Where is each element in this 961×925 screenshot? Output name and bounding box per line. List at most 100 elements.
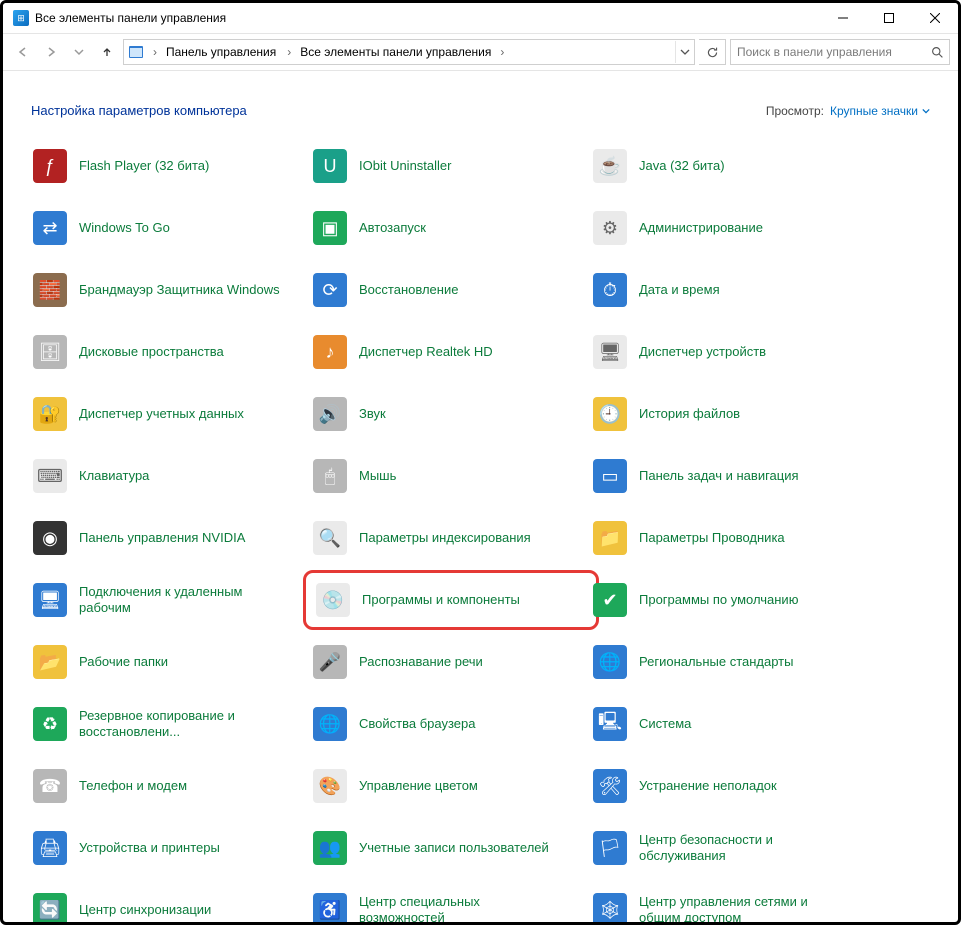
search-box[interactable] [730,39,950,65]
cpl-item-label: Клавиатура [79,468,149,484]
cpl-item-cred[interactable]: 🔐Диспетчер учетных данных [31,390,311,438]
recovery-icon: ⟳ [313,273,347,307]
cpl-item-flash[interactable]: ƒ Flash Player (32 бита) [31,142,311,190]
nvidia-icon: ◉ [33,521,67,555]
cpl-item-mouse[interactable]: 🖱Мышь [311,452,591,500]
search-icon [929,44,945,60]
titlebar: ⊞ Все элементы панели управления [3,3,958,34]
cpl-item-devices[interactable]: 🖨Устройства и принтеры [31,824,311,872]
firewall-icon: 🧱 [33,273,67,307]
cpl-item-datetime[interactable]: ⏱Дата и время [591,266,871,314]
admin-icon: ⚙ [593,211,627,245]
cpl-item-index[interactable]: 🔍Параметры индексирования [311,514,591,562]
cpl-item-programs[interactable]: 💿Программы и компоненты [303,570,599,630]
cpl-item-label: Параметры индексирования [359,530,531,546]
cpl-item-storage[interactable]: 🗄Дисковые пространства [31,328,311,376]
cpl-item-explorer[interactable]: 📁Параметры Проводника [591,514,871,562]
cpl-item-label: Телефон и модем [79,778,187,794]
cpl-item-label: Управление цветом [359,778,478,794]
cpl-item-label: Windows To Go [79,220,170,236]
cpl-item-users[interactable]: 👥Учетные записи пользователей [311,824,591,872]
cpl-item-label: Центр безопасности и обслуживания [639,832,849,864]
cpl-item-admin[interactable]: ⚙ Администрирование [591,204,871,252]
close-button[interactable] [912,3,958,33]
cpl-item-java[interactable]: ☕Java (32 бита) [591,142,871,190]
cpl-item-sync[interactable]: 🔄Центр синхронизации [31,886,311,922]
cpl-item-label: Региональные стандарты [639,654,793,670]
cpl-item-label: Flash Player (32 бита) [79,158,209,174]
cpl-item-recovery[interactable]: ⟳ Восстановление [311,266,591,314]
cpl-item-devmgr[interactable]: 🖥Диспетчер устройств [591,328,871,376]
cpl-item-autoplay[interactable]: ▣Автозапуск [311,204,591,252]
cpl-item-nvidia[interactable]: ◉Панель управления NVIDIA [31,514,311,562]
cpl-item-label: Программы и компоненты [362,592,520,608]
breadcrumb-root-label: Панель управления [162,43,280,61]
cpl-item-label: Центр специальных возможностей [359,894,569,922]
nav-back-button[interactable] [11,40,35,64]
cpl-item-speech[interactable]: 🎤Распознавание речи [311,638,591,686]
items-grid: ƒ Flash Player (32 бита) UIObit Uninstalle… [31,142,930,922]
nav-recent-button[interactable] [67,40,91,64]
search-input[interactable] [735,44,929,60]
cpl-item-label: Диспетчер учетных данных [79,406,244,422]
address-dropdown-button[interactable] [675,41,694,63]
cpl-item-label: Система [639,716,691,732]
cpl-item-label: Дисковые пространства [79,344,224,360]
cpl-item-sound[interactable]: 🔊Звук [311,390,591,438]
cpl-item-network[interactable]: 🕸Центр управления сетями и общим доступо… [591,886,871,922]
realtek-icon: ♪ [313,335,347,369]
cpl-item-ease[interactable]: ♿Центр специальных возможностей [311,886,591,922]
cpl-item-troubleshoot[interactable]: 🛠 Устранение неполадок [591,762,871,810]
cpl-item-system[interactable]: 🖳Система [591,700,871,748]
refresh-button[interactable] [699,39,726,65]
address-bar[interactable]: › Панель управления › Все элементы панел… [123,39,695,65]
troubleshoot-icon: 🛠 [593,769,627,803]
cpl-item-label: Устранение неполадок [639,778,777,794]
explorer-icon: 📁 [593,521,627,555]
chevron-down-icon [922,107,930,115]
cpl-item-defaults[interactable]: ✔Программы по умолчанию [591,576,871,624]
cpl-item-label: Восстановление [359,282,458,298]
cpl-item-realtek[interactable]: ♪Диспетчер Realtek HD [311,328,591,376]
inetopt-icon: 🌐 [313,707,347,741]
cpl-item-workfolders[interactable]: 📂Рабочие папки [31,638,311,686]
wtg-icon: ⇄ [33,211,67,245]
breadcrumb-current-label: Все элементы панели управления [296,43,495,61]
cpl-item-label: Устройства и принтеры [79,840,220,856]
breadcrumb-current[interactable]: › Все элементы панели управления › [282,41,509,63]
cpl-item-backup[interactable]: ♻Резервное копирование и восстановлени..… [31,700,311,748]
cpl-item-remote[interactable]: 🖥Подключения к удаленным рабочим [31,576,311,624]
backup-icon: ♻ [33,707,67,741]
nav-row: › Панель управления › Все элементы панел… [3,34,958,71]
cpl-item-inetopt[interactable]: 🌐Свойства браузера [311,700,591,748]
cpl-item-label: Мышь [359,468,396,484]
cpl-item-phone[interactable]: ☎Телефон и модем [31,762,311,810]
cpl-item-label: Java (32 бита) [639,158,725,174]
cpl-item-wtg[interactable]: ⇄ Windows To Go [31,204,311,252]
chevron-right-icon: › [148,41,162,63]
cpl-item-taskbar[interactable]: ▭Панель задач и навигация [591,452,871,500]
maximize-button[interactable] [866,3,912,33]
view-dropdown[interactable]: Крупные значки [830,104,930,118]
cpl-item-keyboard[interactable]: ⌨ Клавиатура [31,452,311,500]
cpl-item-label: Администрирование [639,220,763,236]
cpl-item-region[interactable]: 🌐Региональные стандарты [591,638,871,686]
minimize-button[interactable] [820,3,866,33]
keyboard-icon: ⌨ [33,459,67,493]
breadcrumb-root[interactable]: › Панель управления [148,41,280,63]
cpl-item-history[interactable]: 🕘История файлов [591,390,871,438]
cpl-item-label: Центр синхронизации [79,902,211,918]
cpl-item-label: Диспетчер устройств [639,344,766,360]
cpl-item-security[interactable]: 🏳Центр безопасности и обслуживания [591,824,871,872]
color-icon: 🎨 [313,769,347,803]
nav-up-button[interactable] [95,40,119,64]
iobit-icon: U [313,149,347,183]
cpl-item-color[interactable]: 🎨 Управление цветом [311,762,591,810]
view-value: Крупные значки [830,104,918,118]
nav-forward-button[interactable] [39,40,63,64]
cpl-item-label: История файлов [639,406,740,422]
flash-icon: ƒ [33,149,67,183]
cpl-item-firewall[interactable]: 🧱Брандмауэр Защитника Windows [31,266,311,314]
cpl-item-iobit[interactable]: UIObit Uninstaller [311,142,591,190]
content-area: Настройка параметров компьютера Просмотр… [3,73,958,922]
